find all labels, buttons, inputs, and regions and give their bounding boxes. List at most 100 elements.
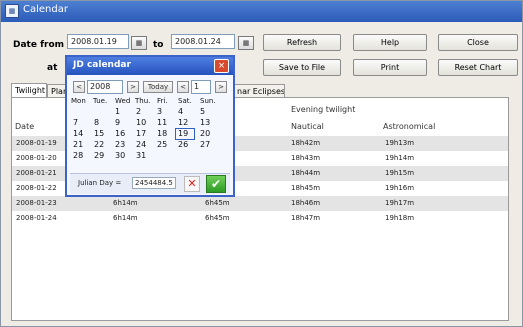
jd-footer: Julian Day = 2454484.5 ✕ ✔ [70,173,230,194]
julian-day-label: Julian Day = [78,179,122,187]
day-cell[interactable]: 23 [115,140,135,149]
at-label: at [47,63,58,73]
prev-month-button[interactable]: < [177,81,189,93]
day-cell[interactable]: 9 [115,118,135,127]
day-cell[interactable]: 18 [157,129,177,138]
year-field[interactable]: 2008 [87,80,123,94]
weekday-fri: Fri. [157,97,168,105]
row-value-b: 6h45m [205,199,230,207]
day-cell[interactable]: 25 [157,140,177,149]
calendar-window: ▦ Calendar Date from 2008.01.19 ▦ to 200… [0,0,523,327]
day-cell[interactable]: 20 [200,129,220,138]
weekday-mon: Mon [71,97,86,105]
row-astronomical: 19h17m [385,199,415,207]
date-to-field[interactable]: 2008.01.24 [171,34,235,49]
weekday-tue: Tue. [93,97,108,105]
save-to-file-button[interactable]: Save to File [263,59,341,76]
day-cell[interactable]: 26 [178,140,198,149]
day-cell[interactable]: 8 [94,118,114,127]
close-button[interactable]: Close [438,34,518,51]
day-cell[interactable]: 12 [178,118,198,127]
row-value-a: 6h14m [113,214,138,222]
row-date: 2008-01-23 [16,199,57,207]
weekday-sun: Sun. [200,97,216,105]
today-button[interactable]: Today [143,81,173,93]
nautical-column-header: Nautical [291,122,324,131]
day-cell[interactable]: 3 [157,107,177,116]
row-value-a: 6h14m [113,199,138,207]
next-month-button[interactable]: > [215,81,227,93]
row-astronomical: 19h14m [385,154,415,162]
date-from-field[interactable]: 2008.01.19 [67,34,129,49]
jd-calendar-titlebar[interactable]: JD calendar × [67,57,233,75]
row-nautical: 18h47m [291,214,321,222]
title-bar[interactable]: ▦ Calendar [1,1,522,22]
day-cell[interactable]: 31 [136,151,156,160]
day-cell[interactable]: 21 [73,140,93,149]
day-cell[interactable]: 2 [136,107,156,116]
row-nautical: 18h45m [291,184,321,192]
row-astronomical: 19h13m [385,139,415,147]
day-cell[interactable]: 7 [73,118,93,127]
row-astronomical: 19h16m [385,184,415,192]
calendar-app-icon: ▦ [5,4,19,18]
day-cell[interactable]: 16 [115,129,135,138]
print-button[interactable]: Print [353,59,427,76]
jd-calendar-popup: JD calendar × < 2008 > Today < 1 > Mon T… [65,55,235,197]
day-cell[interactable]: 1 [115,107,135,116]
day-cell[interactable]: 4 [178,107,198,116]
julian-day-value[interactable]: 2454484.5 [132,177,176,189]
row-date: 2008-01-22 [16,184,57,192]
next-year-button[interactable]: > [127,81,139,93]
day-cell[interactable]: 11 [157,118,177,127]
day-cell[interactable]: 28 [73,151,93,160]
day-cell[interactable]: 10 [136,118,156,127]
evening-twilight-header: Evening twilight [291,105,356,114]
ok-checkmark-icon[interactable]: ✔ [206,175,226,193]
day-cell[interactable]: 22 [94,140,114,149]
row-date: 2008-01-20 [16,154,57,162]
date-to-calendar-button[interactable]: ▦ [238,36,254,50]
day-cell[interactable]: 5 [200,107,220,116]
table-row[interactable] [12,196,508,211]
row-date: 2008-01-19 [16,139,57,147]
tab-lunar-eclipses[interactable]: nar Eclipses [233,84,285,98]
date-column-header: Date [15,122,35,131]
reset-chart-button[interactable]: Reset Chart [438,59,518,76]
help-button[interactable]: Help [353,34,427,51]
table-row[interactable] [12,211,508,226]
prev-year-button[interactable]: < [73,81,85,93]
row-nautical: 18h44m [291,169,321,177]
row-date: 2008-01-21 [16,169,57,177]
cancel-icon[interactable]: ✕ [184,176,200,192]
weekday-wed: Wed [115,97,131,105]
astronomical-column-header: Astronomical [383,122,436,131]
selected-day-cell[interactable]: 19 [175,128,195,140]
date-from-label: Date from [13,40,64,50]
weekday-thu: Thu. [135,97,151,105]
row-value-b: 6h45m [205,214,230,222]
tab-plan[interactable]: Plan [47,84,67,98]
date-from-calendar-button[interactable]: ▦ [131,36,147,50]
jd-close-icon[interactable]: × [214,59,229,73]
to-label: to [153,40,164,50]
window-title: Calendar [23,4,68,15]
day-cell[interactable]: 15 [94,129,114,138]
row-astronomical: 19h15m [385,169,415,177]
day-cell[interactable]: 30 [115,151,135,160]
weekday-sat: Sat. [178,97,192,105]
day-cell[interactable]: 24 [136,140,156,149]
day-cell[interactable]: 14 [73,129,93,138]
row-nautical: 18h43m [291,154,321,162]
day-cell[interactable]: 13 [200,118,220,127]
day-cell[interactable]: 29 [94,151,114,160]
tab-twilight[interactable]: Twilight [11,83,47,97]
refresh-button[interactable]: Refresh [263,34,341,51]
month-field[interactable]: 1 [191,80,211,94]
jd-calendar-title: JD calendar [73,60,131,70]
day-cell[interactable]: 27 [200,140,220,149]
row-astronomical: 19h18m [385,214,415,222]
row-nautical: 18h46m [291,199,321,207]
day-cell[interactable]: 17 [136,129,156,138]
row-date: 2008-01-24 [16,214,57,222]
